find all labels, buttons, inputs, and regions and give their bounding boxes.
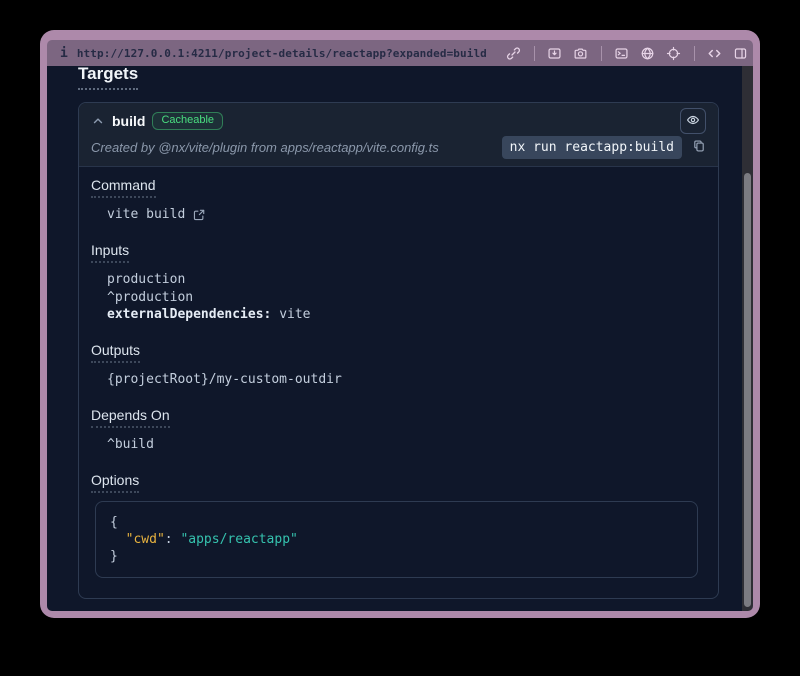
toolbar-icons xyxy=(505,44,750,62)
depends-on-section-label: Depends On xyxy=(91,408,170,428)
scrollbar-thumb[interactable] xyxy=(744,173,751,607)
output-item: {projectRoot}/my-custom-outdir xyxy=(107,371,702,389)
target-details: Command vite build xyxy=(79,167,718,598)
browser-window: i http://127.0.0.1:4211/project-details/… xyxy=(40,30,760,618)
scrollbar[interactable] xyxy=(742,66,753,611)
outputs-section-label: Outputs xyxy=(91,343,140,363)
json-separator: : xyxy=(165,532,181,547)
link-icon[interactable] xyxy=(505,44,523,62)
external-link-icon[interactable] xyxy=(192,208,206,222)
json-key: "cwd" xyxy=(126,532,165,547)
eye-icon xyxy=(686,113,700,130)
target-card-build: build Cacheable xyxy=(78,102,719,599)
cacheable-badge: Cacheable xyxy=(152,112,223,130)
input-item-value: vite xyxy=(279,307,310,322)
copy-icon xyxy=(692,139,706,156)
target-subheader-row: Created by @nx/vite/plugin from apps/rea… xyxy=(91,135,706,159)
json-open-brace: { xyxy=(110,514,683,531)
json-string-value: "apps/reactapp" xyxy=(180,532,297,547)
inputs-section-label: Inputs xyxy=(91,243,129,263)
browser-toolbar: i http://127.0.0.1:4211/project-details/… xyxy=(47,40,753,66)
target-name: build xyxy=(112,113,145,129)
copy-button[interactable] xyxy=(692,139,706,156)
toolbar-divider xyxy=(534,46,535,61)
page-row: Targets build Cacheable xyxy=(47,66,753,611)
view-target-button[interactable] xyxy=(680,108,706,134)
save-frame-icon[interactable] xyxy=(546,44,564,62)
target-header-row: build Cacheable xyxy=(91,109,706,133)
options-code-block: { "cwd": "apps/reactapp" } xyxy=(95,501,698,578)
browser-window-inner: i http://127.0.0.1:4211/project-details/… xyxy=(47,40,753,611)
toolbar-divider xyxy=(694,46,695,61)
depends-on-item: ^build xyxy=(107,436,702,454)
chevron-up-icon[interactable] xyxy=(91,114,105,128)
options-section-label: Options xyxy=(91,473,139,493)
input-item: externalDependencies: vite xyxy=(107,306,702,324)
globe-icon[interactable] xyxy=(639,44,657,62)
camera-icon[interactable] xyxy=(572,44,590,62)
command-value: vite build xyxy=(107,206,185,224)
toolbar-divider xyxy=(601,46,602,61)
page-title: Targets xyxy=(78,66,138,90)
crosshair-icon[interactable] xyxy=(665,44,683,62)
json-close-brace: } xyxy=(110,548,683,565)
split-panel-icon[interactable] xyxy=(732,44,750,62)
command-section-label: Command xyxy=(91,178,156,198)
project-details-page: Targets build Cacheable xyxy=(47,66,742,611)
json-property-line: "cwd": "apps/reactapp" xyxy=(110,531,683,548)
input-item-key: externalDependencies: xyxy=(107,307,271,322)
url-bar[interactable]: http://127.0.0.1:4211/project-details/re… xyxy=(77,47,487,60)
input-item: production xyxy=(107,271,702,289)
run-command-chip: nx run reactapp:build xyxy=(502,136,682,159)
target-header-build[interactable]: build Cacheable xyxy=(79,103,718,167)
terminal-icon[interactable] xyxy=(613,44,631,62)
created-by-text: Created by @nx/vite/plugin from apps/rea… xyxy=(91,140,439,155)
code-icon[interactable] xyxy=(706,44,724,62)
info-icon: i xyxy=(60,46,68,61)
input-item: ^production xyxy=(107,289,702,307)
